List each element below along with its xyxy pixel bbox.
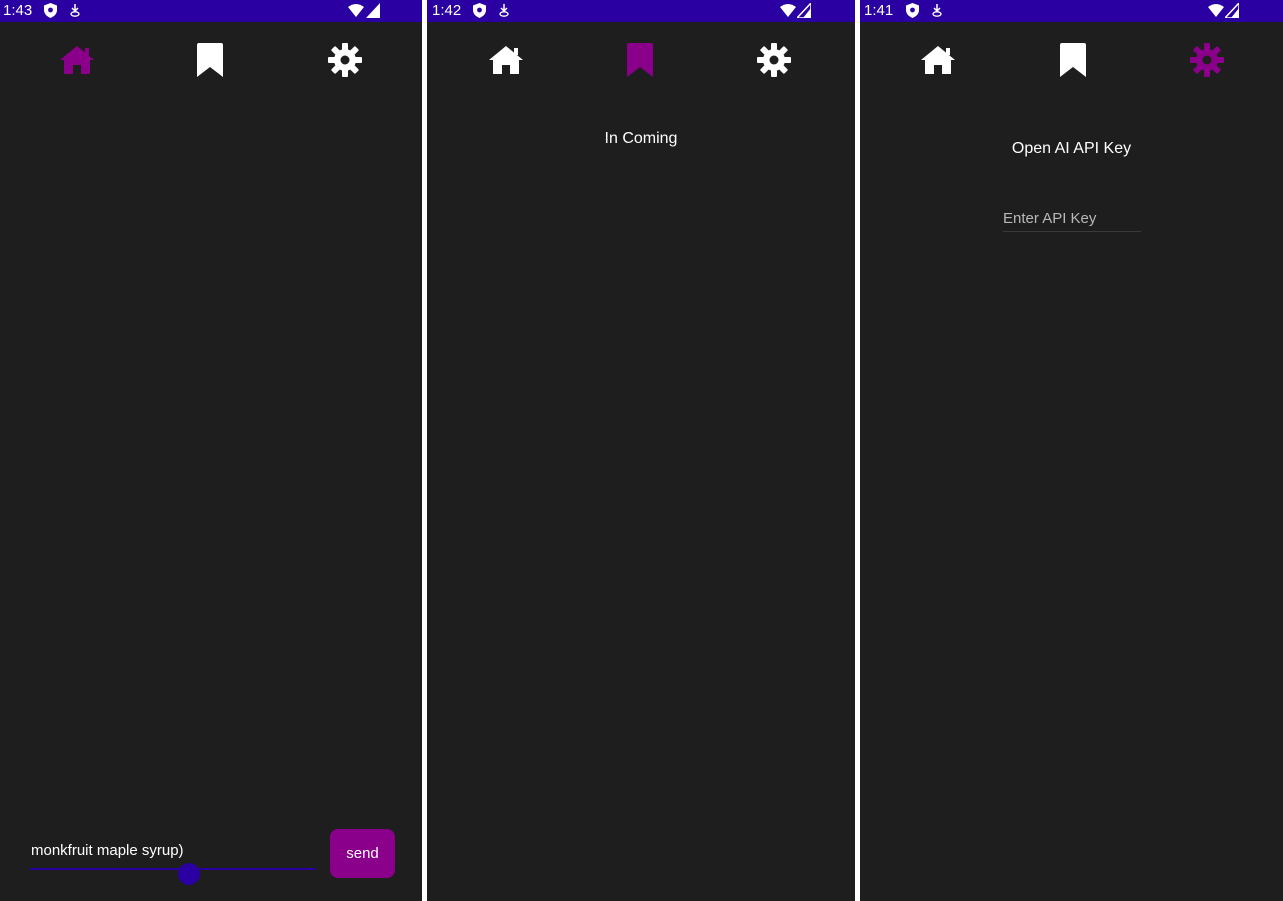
wifi-icon <box>1208 4 1224 21</box>
shield-icon <box>906 3 919 22</box>
status-bar: 1:41 <box>860 0 1283 22</box>
api-key-title: Open AI API Key <box>1011 140 1132 157</box>
api-key-input[interactable] <box>1003 205 1141 232</box>
nav-bookmarks-button[interactable] <box>622 42 658 82</box>
status-bar: 1:42 <box>427 0 855 22</box>
home-screen: 1:43 monkfruit maple syrup) send <box>0 0 422 901</box>
chat-input-text: monkfruit maple syrup) <box>31 842 184 859</box>
status-time: 1:43 <box>3 2 33 19</box>
status-time: 1:42 <box>432 2 462 19</box>
download-icon <box>499 3 509 21</box>
home-icon <box>920 45 956 80</box>
status-bar: 1:43 <box>0 0 422 22</box>
bookmarks-screen: 1:42 In Coming <box>427 0 855 901</box>
status-time: 1:41 <box>864 2 894 19</box>
chat-input-field[interactable]: monkfruit maple syrup) <box>30 836 316 885</box>
nav-settings-button[interactable] <box>1189 42 1225 82</box>
settings-screen: 1:41 Open AI API Key <box>860 0 1283 901</box>
home-icon <box>59 45 95 80</box>
wifi-icon <box>780 4 796 21</box>
gear-icon <box>1190 42 1224 82</box>
nav-home-button[interactable] <box>920 44 956 80</box>
nav-bookmarks-button[interactable] <box>1055 42 1091 82</box>
wifi-icon <box>348 4 364 21</box>
signal-icon <box>366 3 380 22</box>
bookmark-icon <box>627 42 653 82</box>
signal-icon <box>1223 1 1240 22</box>
bookmark-icon <box>1060 42 1086 82</box>
input-underline <box>30 868 316 870</box>
text-selection-handle[interactable] <box>178 863 200 885</box>
nav-home-button[interactable] <box>488 44 524 80</box>
home-icon <box>488 45 524 80</box>
nav-bookmarks-button[interactable] <box>192 42 228 82</box>
nav-settings-button[interactable] <box>756 42 792 82</box>
download-icon <box>70 3 80 21</box>
nav-settings-button[interactable] <box>327 42 363 82</box>
bookmark-icon <box>197 42 223 82</box>
send-button[interactable]: send <box>330 829 395 878</box>
gear-icon <box>757 42 791 82</box>
placeholder-message: In Coming <box>604 130 678 147</box>
nav-home-button[interactable] <box>59 44 95 80</box>
gear-icon <box>328 42 362 82</box>
signal-icon <box>795 1 812 22</box>
shield-icon <box>473 3 486 22</box>
download-icon <box>932 3 942 21</box>
shield-icon <box>44 3 57 22</box>
